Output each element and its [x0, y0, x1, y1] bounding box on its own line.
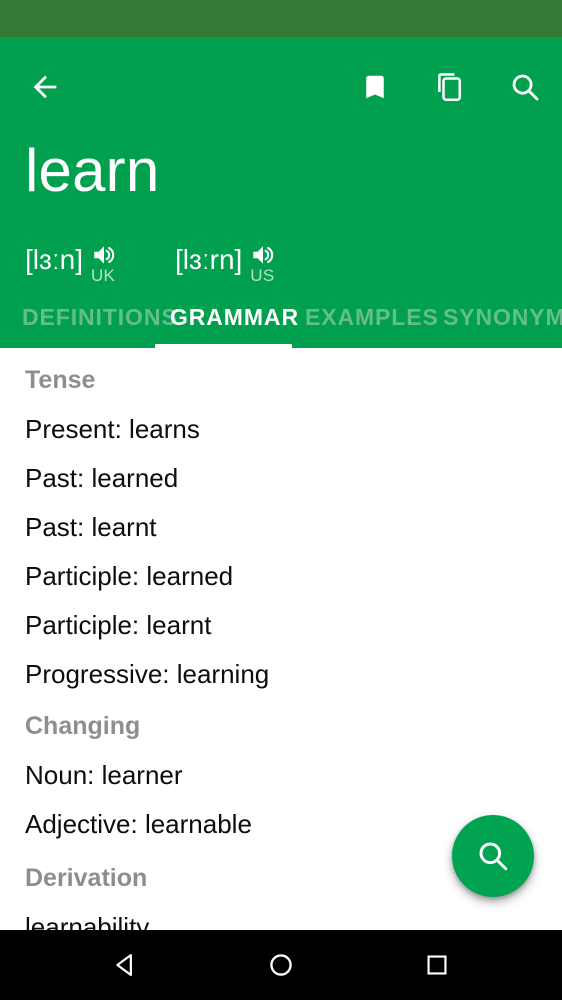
- tab-label: DEFINITIONS: [22, 304, 178, 330]
- search-icon: [479, 842, 508, 871]
- speaker-icon-uk[interactable]: UK: [89, 242, 123, 285]
- list-item[interactable]: Participle: learned: [25, 561, 233, 592]
- section-header-tense: Tense: [25, 366, 96, 394]
- region-label-uk: UK: [90, 266, 116, 285]
- search-icon[interactable]: [501, 63, 549, 111]
- phonetic-transcription-uk: [lɜːn]: [25, 244, 83, 275]
- list-item[interactable]: Past: learned: [25, 463, 178, 494]
- section-header-derivation: Derivation: [25, 864, 148, 892]
- tab-label: EXAMPLES: [305, 304, 439, 330]
- list-item[interactable]: Past: learnt: [25, 512, 157, 543]
- list-item[interactable]: Progressive: learning: [25, 659, 269, 690]
- app-screen: learn [lɜːn] UK [lɜːrn] US DEFINITIONS G…: [0, 0, 562, 1000]
- tab-examples[interactable]: EXAMPLES: [305, 291, 439, 348]
- android-nav-bar: [0, 930, 562, 1000]
- tab-label: GRAMMAR: [170, 304, 299, 330]
- tab-grammar[interactable]: GRAMMAR: [170, 291, 299, 348]
- list-item[interactable]: Participle: learnt: [25, 610, 211, 641]
- toolbar: [0, 37, 562, 127]
- speaker-icon-us[interactable]: US: [248, 242, 282, 285]
- pronunciation-uk[interactable]: [lɜːn] UK: [25, 242, 123, 285]
- tab-definitions[interactable]: DEFINITIONS: [22, 291, 178, 348]
- list-item[interactable]: Noun: learner: [25, 760, 183, 791]
- section-header-changing: Changing: [25, 712, 141, 740]
- status-bar: [0, 0, 562, 37]
- nav-back-icon[interactable]: [95, 935, 155, 995]
- page-title: learn: [25, 137, 160, 204]
- tab-synonym[interactable]: SYNONYM: [443, 291, 562, 348]
- app-bar: learn [lɜːn] UK [lɜːrn] US DEFINITIONS G…: [0, 37, 562, 348]
- tab-bar: DEFINITIONS GRAMMAR EXAMPLES SYNONYM: [0, 291, 562, 348]
- pronunciation-us[interactable]: [lɜːrn] US: [175, 242, 282, 285]
- phonetic-transcription-us: [lɜːrn]: [175, 244, 243, 275]
- search-fab[interactable]: [452, 815, 534, 897]
- list-item[interactable]: learnability: [25, 912, 149, 930]
- list-item[interactable]: Adjective: learnable: [25, 809, 252, 840]
- copy-icon[interactable]: [426, 63, 474, 111]
- region-label-us: US: [250, 266, 275, 285]
- back-arrow-icon[interactable]: [21, 63, 69, 111]
- list-item[interactable]: Present: learns: [25, 414, 200, 445]
- nav-home-icon[interactable]: [251, 935, 311, 995]
- nav-recents-icon[interactable]: [407, 935, 467, 995]
- tab-label: SYNONYM: [443, 304, 562, 330]
- bookmark-icon[interactable]: [351, 63, 399, 111]
